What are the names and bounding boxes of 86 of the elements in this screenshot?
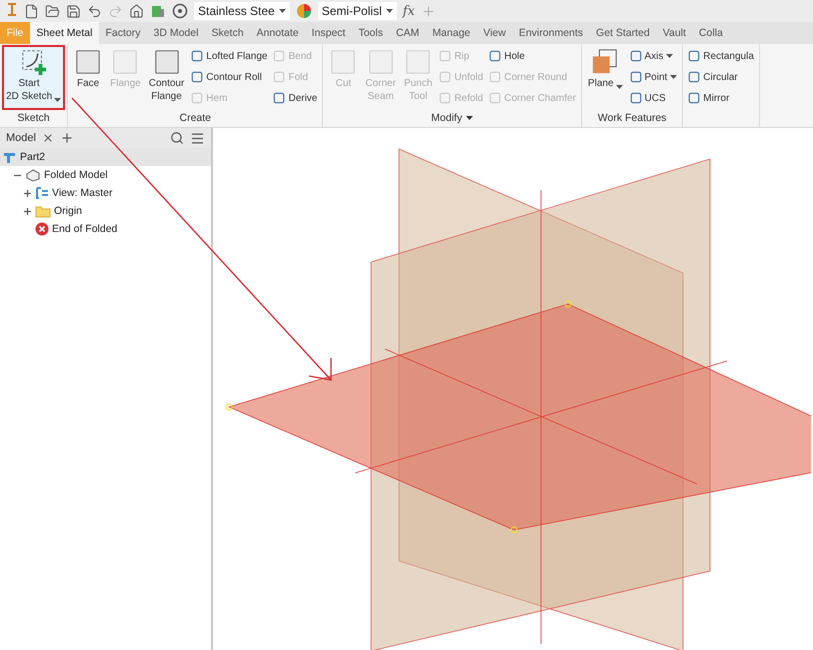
tool-icon: [74, 48, 102, 76]
group-title: Create: [180, 112, 212, 124]
tool-icon: [630, 71, 642, 83]
save-icon[interactable]: [66, 4, 81, 18]
wheel-icon[interactable]: [172, 3, 188, 19]
sketch-plus-icon: [20, 48, 48, 76]
ribbon-tab[interactable]: Environments: [512, 22, 590, 44]
material-dropdown[interactable]: Stainless Stee: [194, 2, 290, 20]
group-title[interactable]: Modify: [431, 112, 462, 124]
browser-tab[interactable]: Model: [6, 132, 36, 144]
tool-icon: [191, 71, 204, 83]
tool-icon: [329, 48, 358, 76]
ribbon-tab[interactable]: Inspect: [305, 22, 352, 44]
expand-icon[interactable]: [23, 188, 32, 198]
tool-icon: [191, 50, 204, 62]
ribbon-button[interactable]: Derive: [273, 89, 318, 107]
ribbon-tab[interactable]: CAM: [389, 22, 426, 44]
ribbon-tab[interactable]: Annotate: [250, 22, 306, 44]
ribbon-tab[interactable]: Vault: [656, 22, 692, 44]
ribbon-tab[interactable]: Sketch: [204, 22, 250, 44]
ribbon-tab[interactable]: Colla: [692, 22, 730, 44]
ribbon-button[interactable]: Start 2D Sketch: [2, 45, 66, 110]
ribbon-button[interactable]: Mirror: [688, 89, 754, 107]
tool-icon: [630, 50, 642, 62]
tool-icon: [273, 92, 286, 104]
close-icon[interactable]: [42, 132, 54, 144]
tool-icon: [489, 92, 502, 104]
ribbon-button[interactable]: Hole: [489, 47, 576, 65]
new-file-icon[interactable]: [24, 4, 39, 18]
tool-icon: [439, 71, 452, 83]
ribbon-button[interactable]: Circular: [688, 68, 754, 86]
expand-icon[interactable]: [23, 206, 32, 216]
tree-item[interactable]: View: Master: [0, 184, 211, 202]
undo-icon[interactable]: [87, 4, 102, 18]
tool-icon: [439, 92, 452, 104]
group-title: Sketch: [18, 112, 50, 124]
ribbon-button[interactable]: Plane: [584, 45, 626, 110]
caret-icon: [386, 8, 393, 14]
tool-icon: [111, 48, 140, 76]
menu-icon[interactable]: [190, 130, 205, 146]
ribbon-button[interactable]: Contour Flange: [144, 45, 188, 110]
ribbon-button[interactable]: Axis: [630, 47, 678, 65]
caret-icon: [278, 8, 286, 14]
tool-icon: [688, 50, 700, 62]
appearance-dropdown[interactable]: Semi-Polisl: [318, 2, 397, 20]
tool-icon: [273, 50, 286, 62]
tree-item[interactable]: Origin: [0, 202, 211, 220]
home-icon[interactable]: [129, 4, 144, 18]
ribbon-tab[interactable]: 3D Model: [146, 22, 205, 44]
ribbon-tab[interactable]: View: [476, 22, 512, 44]
ribbon-tab[interactable]: Factory: [98, 22, 147, 44]
ribbon-button[interactable]: Contour Roll: [191, 68, 268, 86]
tool-icon: [489, 50, 502, 62]
part-icon: [3, 150, 17, 164]
tool-icon: [688, 92, 700, 104]
open-folder-icon[interactable]: [45, 4, 60, 18]
color-wheel-icon[interactable]: [296, 3, 312, 19]
tree-item[interactable]: End of Folded: [0, 220, 211, 238]
tool-icon: [366, 48, 395, 76]
tool-icon: [688, 71, 700, 83]
error-icon: [35, 222, 49, 236]
ribbon-button[interactable]: Lofted Flange: [191, 47, 268, 65]
plane-icon: [591, 48, 620, 76]
ribbon-button[interactable]: Point: [630, 68, 678, 86]
ribbon-tab[interactable]: Manage: [426, 22, 477, 44]
add-icon[interactable]: [60, 131, 74, 145]
tool-icon: [439, 50, 452, 62]
tool-icon: [404, 48, 432, 76]
tool-icon: [152, 48, 180, 76]
ribbon-tab[interactable]: Get Started: [590, 22, 656, 44]
ribbon-button[interactable]: Rectangula: [688, 47, 754, 65]
view-icon: [35, 186, 49, 200]
search-icon[interactable]: [170, 131, 184, 145]
ribbon-tab[interactable]: Tools: [352, 22, 390, 44]
tool-icon: [630, 92, 642, 104]
tool-icon: [489, 71, 502, 83]
tool-icon: [273, 71, 286, 83]
ribbon-button[interactable]: UCS: [630, 89, 678, 107]
ribbon-button[interactable]: Face: [70, 45, 106, 110]
folder-icon: [35, 204, 51, 218]
tree-item[interactable]: Folded Model: [0, 166, 211, 184]
tool-icon: [191, 92, 204, 104]
group-title: Work Features: [598, 112, 666, 124]
ribbon-tab[interactable]: Sheet Metal: [30, 22, 99, 44]
tree-item[interactable]: Part2: [0, 148, 211, 166]
formula-button[interactable]: fx: [402, 4, 415, 18]
